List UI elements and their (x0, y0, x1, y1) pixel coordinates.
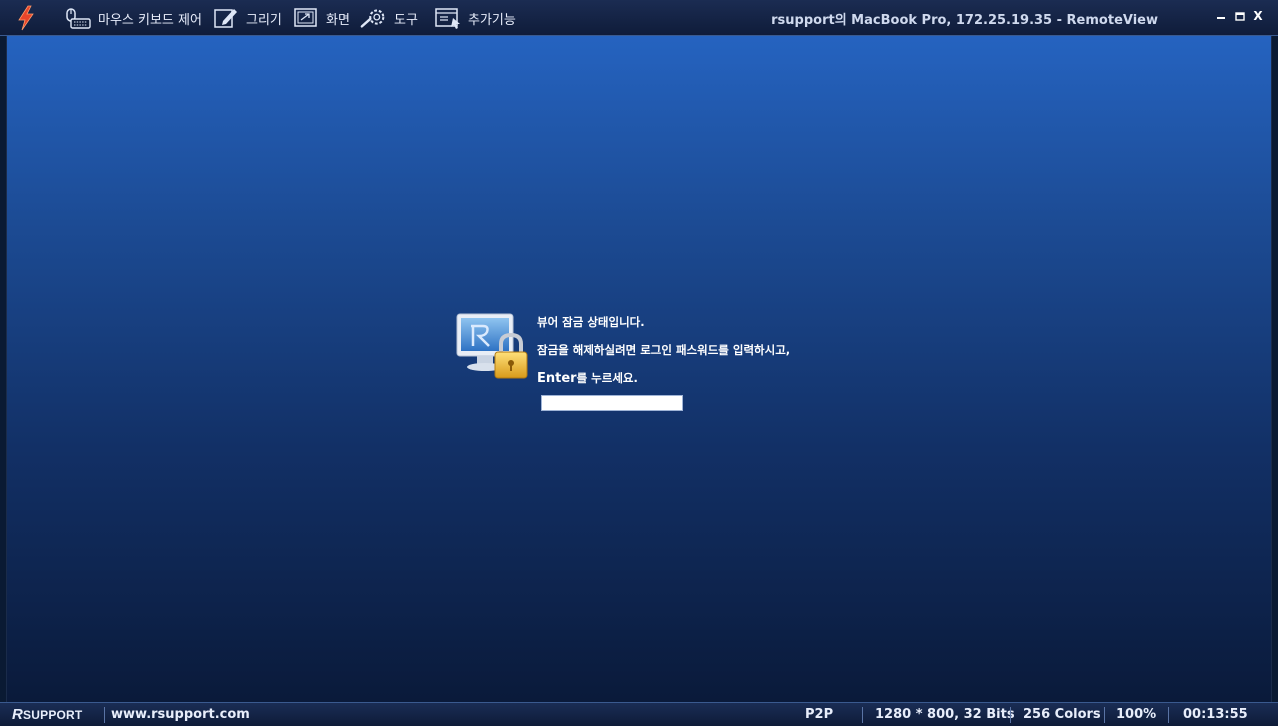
rsupport-logo: R SUPPORT (12, 703, 82, 726)
divider (1104, 707, 1105, 723)
divider (104, 707, 105, 723)
color-depth: 256 Colors (1023, 707, 1101, 722)
extra-features-button[interactable]: 추가기능 (434, 0, 516, 36)
title-toolbar: 마우스 키보드 제어 그리기 화면 도구 추가기능 rsupport의 MacB… (0, 0, 1278, 36)
logo-r: R (12, 706, 24, 723)
screen-label: 화면 (326, 12, 350, 28)
divider (1010, 707, 1011, 723)
minimize-button[interactable] (1214, 8, 1228, 24)
website-link[interactable]: www.rsupport.com (111, 703, 250, 726)
tools-gear-icon (360, 5, 388, 31)
lock-message-line3: Enter를 누르세요. (537, 370, 638, 386)
screen-icon (292, 5, 320, 31)
minimize-icon (1217, 17, 1225, 19)
maximize-button[interactable] (1233, 8, 1247, 24)
maximize-icon (1235, 12, 1245, 21)
mouse-keyboard-icon (64, 5, 92, 31)
lock-message-line2: 잠금을 해제하실려면 로그인 패스워드를 입력하시고, (537, 343, 791, 357)
divider (1168, 707, 1169, 723)
remote-screen[interactable]: 뷰어 잠금 상태입니다. 잠금을 해제하실려면 로그인 패스워드를 입력하시고,… (6, 36, 1272, 702)
connection-type: P2P (805, 707, 834, 722)
tools-label: 도구 (394, 12, 418, 28)
logo-text: SUPPORT (23, 707, 83, 722)
elapsed-time: 00:13:55 (1183, 707, 1248, 722)
close-button[interactable]: X (1251, 8, 1265, 24)
window-title: rsupport의 MacBook Pro, 172.25.19.35 - Re… (771, 12, 1158, 28)
app-menu-button[interactable] (12, 0, 40, 36)
mouse-keyboard-control-label: 마우스 키보드 제어 (98, 12, 202, 28)
draw-button[interactable]: 그리기 (212, 0, 282, 36)
divider (862, 707, 863, 723)
resolution-info: 1280 * 800, 32 Bits (875, 707, 1015, 722)
mouse-keyboard-control-button[interactable]: 마우스 키보드 제어 (64, 0, 202, 36)
locked-computer-icon (455, 312, 535, 384)
screen-button[interactable]: 화면 (292, 0, 350, 36)
status-bar: R SUPPORT www.rsupport.com P2P 1280 * 800… (0, 702, 1278, 726)
extra-features-label: 추가기능 (468, 12, 516, 28)
tools-button[interactable]: 도구 (360, 0, 418, 36)
lock-message-line1: 뷰어 잠금 상태입니다. (537, 315, 645, 329)
extra-features-icon (434, 5, 462, 31)
lightning-icon (12, 5, 40, 31)
draw-icon (212, 5, 240, 31)
lock-message-line3-rest: 를 누르세요. (576, 371, 638, 385)
password-input[interactable] (541, 395, 683, 411)
draw-label: 그리기 (246, 12, 282, 28)
enter-key-text: Enter (537, 371, 577, 386)
zoom-level: 100% (1116, 707, 1157, 722)
